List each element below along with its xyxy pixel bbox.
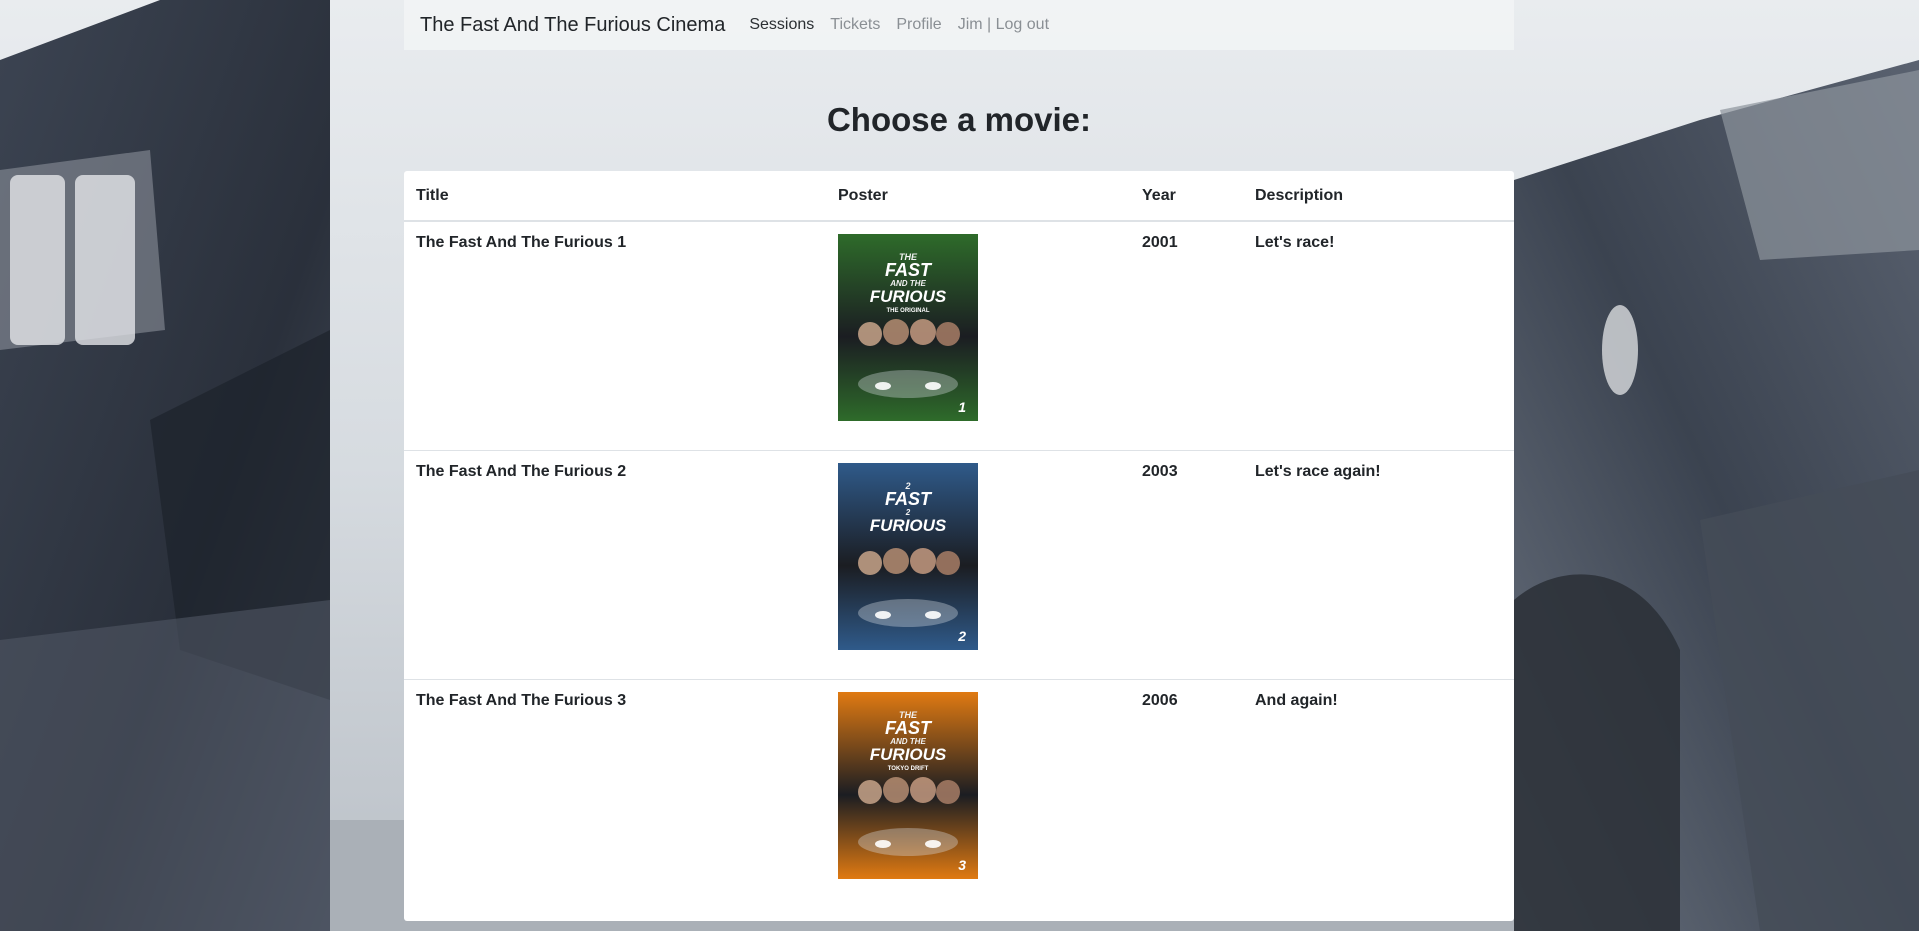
poster-text-line4: FURIOUS — [870, 516, 947, 535]
poster-text-sub: THE ORIGINAL — [887, 308, 930, 314]
brand-link[interactable]: The Fast And The Furious Cinema — [420, 14, 725, 37]
movie-poster[interactable]: 2 FAST 2 FURIOUS 2 — [838, 463, 978, 650]
poster-text-sub: TOKYO DRIFT — [888, 766, 929, 772]
nav-link-sessions[interactable]: Sessions — [749, 16, 814, 34]
movies-table: Title Poster Year Description The Fast A… — [404, 171, 1514, 908]
table-row[interactable]: The Fast And The Furious 1 THE FAST AND TH… — [404, 221, 1514, 451]
table-row[interactable]: The Fast And The Furious 2 2 FAST 2 FURIOUS… — [404, 450, 1514, 680]
movie-description: And again! — [1255, 692, 1338, 709]
column-header-description: Description — [1243, 171, 1514, 222]
page-title: Choose a movie: — [826, 101, 1092, 138]
movie-title[interactable]: The Fast And The Furious 2 — [404, 451, 826, 680]
column-header-poster: Poster — [826, 171, 1130, 222]
movie-poster[interactable]: THE FAST AND THE FURIOUS THE ORIGINAL 1 — [838, 234, 978, 421]
poster-text-line2: FAST — [885, 489, 933, 509]
movie-year: 2006 — [1142, 692, 1178, 709]
poster-text-line2: FAST — [885, 260, 933, 280]
poster-text-line4: FURIOUS — [870, 745, 947, 764]
poster-number: 1 — [958, 399, 966, 415]
movie-year: 2003 — [1142, 463, 1178, 480]
movie-year: 2001 — [1142, 234, 1178, 251]
movie-description: Let's race again! — [1255, 463, 1381, 480]
table-header-row: Title Poster Year Description — [404, 171, 1514, 222]
movie-title[interactable]: The Fast And The Furious 1 — [404, 221, 826, 451]
movie-poster-cell: THE FAST AND THE FURIOUS TOKYO DRIFT 3 — [826, 680, 1130, 909]
nav-link-logout[interactable]: Jim | Log out — [958, 16, 1049, 34]
poster-text-line2: FAST — [885, 718, 933, 738]
nav-link-tickets[interactable]: Tickets — [830, 16, 880, 34]
table-row[interactable]: The Fast And The Furious 3 THE FAST AND TH… — [404, 679, 1514, 909]
movies-table-card: Title Poster Year Description The Fast A… — [404, 171, 1514, 921]
nav-link-profile[interactable]: Profile — [896, 16, 941, 34]
movie-title[interactable]: The Fast And The Furious 3 — [404, 680, 826, 909]
column-header-year: Year — [1130, 171, 1243, 222]
movie-poster[interactable]: THE FAST AND THE FURIOUS TOKYO DRIFT 3 — [838, 692, 978, 879]
column-header-title: Title — [404, 171, 826, 222]
movie-poster-cell: THE FAST AND THE FURIOUS THE ORIGINAL 1 — [826, 221, 1130, 451]
poster-number: 3 — [958, 857, 966, 873]
poster-number: 2 — [957, 628, 966, 644]
movie-description: Let's race! — [1255, 234, 1335, 251]
navbar: The Fast And The Furious Cinema Sessions… — [404, 0, 1514, 50]
poster-text-line4: FURIOUS — [870, 287, 947, 306]
movie-poster-cell: 2 FAST 2 FURIOUS 2 — [826, 451, 1130, 680]
